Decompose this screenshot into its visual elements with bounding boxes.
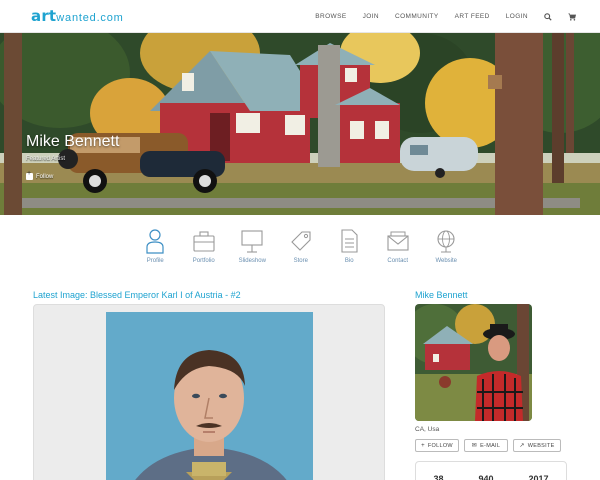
profile-nav-label: Bio [344, 258, 354, 264]
document-icon [341, 229, 358, 253]
main-nav: BROWSE JOIN COMMUNITY ART FEED LOGIN [299, 0, 576, 33]
profile-nav-label: Profile [146, 258, 164, 264]
profile-nav-label: Slideshow [238, 258, 266, 264]
website-label: WEBSITE [527, 442, 555, 449]
profile-nav-bio[interactable]: Bio [325, 228, 374, 270]
plus-icon: + [421, 442, 425, 449]
stat-count: 38 [433, 474, 444, 480]
email-label: E-MAIL [480, 442, 501, 449]
sidebar-artist-name[interactable]: Mike Bennett [415, 290, 468, 300]
sidebar-actions: + FOLLOW ✉ E-MAIL ↗ WEBSITE [415, 439, 566, 452]
website-button[interactable]: ↗ WEBSITE [513, 439, 561, 452]
globe-icon [437, 230, 455, 253]
latest-image-painting [106, 312, 313, 480]
profile-nav-label: Store [293, 258, 308, 264]
artist-location: CA, Usa [415, 426, 440, 433]
profile-nav-label: Contact [387, 258, 409, 264]
artist-name: Mike Bennett [26, 133, 120, 150]
follow-button[interactable]: + FOLLOW [415, 439, 459, 452]
stat-count: 940 [478, 474, 494, 480]
artist-subtitle: Featured Artist [26, 156, 66, 162]
latest-image-frame[interactable] [33, 304, 385, 480]
hero-follow-label: Follow [36, 173, 54, 180]
profile-nav-slideshow[interactable]: Slideshow [228, 228, 277, 270]
user-icon [146, 229, 164, 254]
nav-art-feed[interactable]: ART FEED [455, 13, 490, 20]
profile-nav-contact[interactable]: Contact [374, 228, 423, 270]
site-logo[interactable]: artwanted.com [31, 7, 124, 27]
nav-join[interactable]: JOIN [363, 13, 379, 20]
profile-nav-portfolio[interactable]: Portfolio [180, 228, 229, 270]
tag-icon [290, 231, 311, 251]
latest-image-title[interactable]: Latest Image: Blessed Emperor Karl I of … [33, 290, 241, 300]
nav-login[interactable]: LOGIN [506, 13, 528, 20]
cart-icon[interactable] [568, 12, 576, 21]
nav-community[interactable]: COMMUNITY [395, 13, 439, 20]
avatar-photo [415, 304, 532, 421]
hero-banner: Mike Bennett Featured Artist Follow [0, 33, 600, 215]
briefcase-icon [193, 231, 215, 252]
profile-nav: Profile Portfolio Slideshow Store Bio Co… [131, 228, 471, 270]
envelope-icon [387, 231, 409, 251]
profile-nav-profile[interactable]: Profile [131, 228, 180, 270]
artist-stats: 38 940 2017 [415, 461, 567, 480]
profile-nav-store[interactable]: Store [277, 228, 326, 270]
stat-count: 2017 [528, 474, 549, 480]
hero-follow-button[interactable]: Follow [26, 170, 54, 180]
nav-browse[interactable]: BROWSE [315, 13, 346, 20]
plus-icon [26, 170, 33, 180]
envelope-icon: ✉ [471, 443, 478, 449]
profile-nav-label: Website [435, 258, 458, 264]
artist-avatar[interactable] [415, 304, 532, 421]
email-button[interactable]: ✉ E-MAIL [464, 439, 508, 452]
hero-painting [0, 33, 600, 215]
follow-label: FOLLOW [427, 442, 453, 449]
search-icon[interactable] [544, 12, 552, 21]
top-navbar: artwanted.com BROWSE JOIN COMMUNITY ART … [0, 0, 600, 33]
profile-nav-website[interactable]: Website [422, 228, 471, 270]
external-link-icon: ↗ [519, 443, 525, 449]
profile-nav-label: Portfolio [192, 258, 215, 264]
easel-icon [241, 230, 263, 253]
logo-domain: wanted.com [56, 12, 124, 24]
logo-art: art [31, 7, 57, 25]
